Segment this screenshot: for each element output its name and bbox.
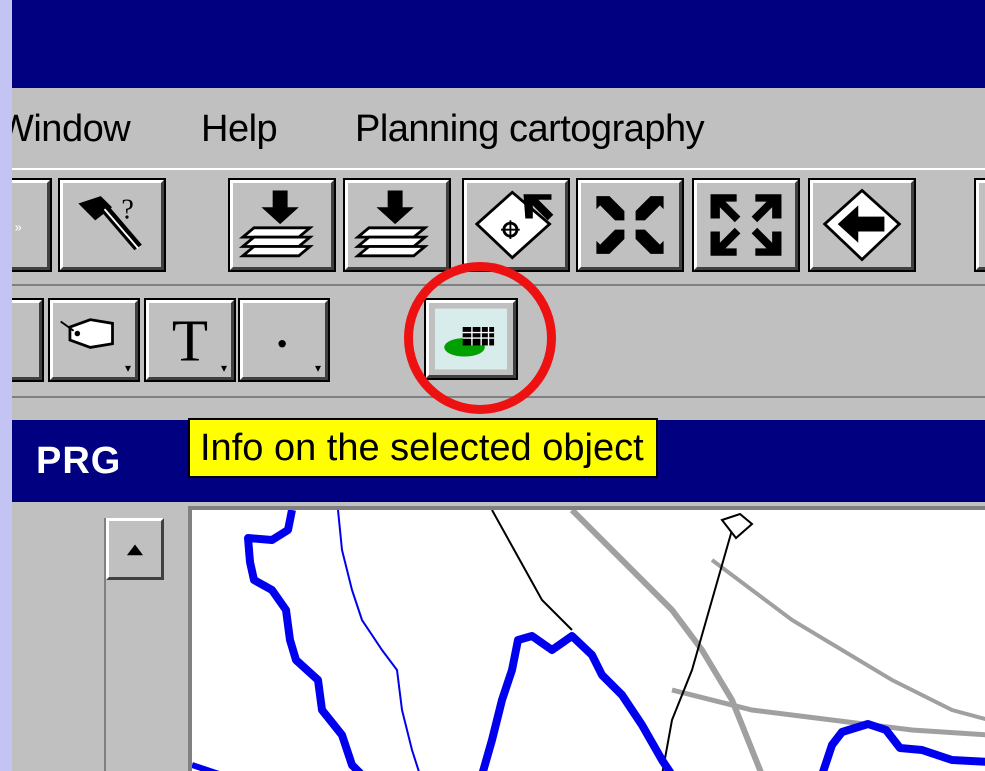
menu-help[interactable]: Help — [201, 108, 278, 151]
partial-button-icon: » — [15, 220, 22, 234]
document-title: PRG — [36, 440, 122, 482]
map-canvas — [192, 510, 985, 771]
point-tool-icon — [278, 340, 286, 348]
label-tag-button[interactable]: ▾ — [48, 298, 140, 382]
layer-panel — [12, 502, 188, 771]
tooltip: Info on the selected object — [188, 418, 658, 478]
polyline-tool-icon — [12, 303, 39, 377]
hammer-help-button[interactable]: ? — [58, 178, 166, 272]
application-window: Window Help Planning cartography » ? ▾ T… — [12, 0, 985, 771]
load-layer-edit-icon — [353, 190, 429, 258]
pan-back-button[interactable] — [808, 178, 916, 272]
highlight-circle — [404, 262, 556, 414]
load-layer-button[interactable] — [228, 178, 336, 272]
polyline-tool-button[interactable] — [12, 298, 44, 382]
label-tag-icon — [60, 318, 114, 349]
zoom-in-button[interactable] — [576, 178, 684, 272]
zoom-to-selection-icon — [474, 190, 554, 260]
scroll-up-button[interactable] — [106, 518, 164, 580]
zoom-to-selection-button[interactable] — [462, 178, 570, 272]
dropdown-arrow-icon: ▾ — [314, 361, 321, 375]
menu-help-label: Help — [201, 108, 278, 150]
load-layer-edit-button[interactable] — [343, 178, 451, 272]
menu-window[interactable]: Window — [12, 108, 131, 151]
pan-back-icon — [822, 188, 902, 262]
partial-button[interactable]: » — [12, 178, 52, 272]
hammer-help-icon: ? — [78, 194, 142, 251]
dropdown-arrow-icon: ▾ — [124, 361, 131, 375]
menu-planning-cartography-label: Planning cartography — [355, 108, 705, 150]
vertical-scrollbar[interactable] — [104, 518, 168, 771]
text-tool-button[interactable]: T ▾ — [144, 298, 236, 382]
up-arrow-icon — [126, 544, 144, 556]
zoom-in-icon — [596, 196, 664, 254]
svg-text:T: T — [172, 307, 208, 373]
point-tool-button[interactable]: ▾ — [238, 298, 330, 382]
menu-planning-cartography[interactable]: Planning cartography — [355, 108, 705, 151]
map-view[interactable] — [188, 506, 985, 771]
svg-text:»: » — [15, 220, 22, 234]
zoom-extent-button[interactable] — [692, 178, 800, 272]
tooltip-text: Info on the selected object — [200, 427, 644, 469]
menu-window-label: Window — [12, 108, 131, 150]
dropdown-arrow-icon: ▾ — [220, 361, 227, 375]
load-layer-icon — [238, 190, 314, 258]
partial-button-right[interactable] — [974, 178, 985, 272]
zoom-extent-icon — [710, 194, 782, 256]
menu-bar: Window Help Planning cartography — [12, 88, 985, 170]
svg-text:?: ? — [121, 194, 133, 225]
text-tool-icon: T — [172, 307, 208, 373]
title-bar[interactable] — [12, 0, 985, 88]
